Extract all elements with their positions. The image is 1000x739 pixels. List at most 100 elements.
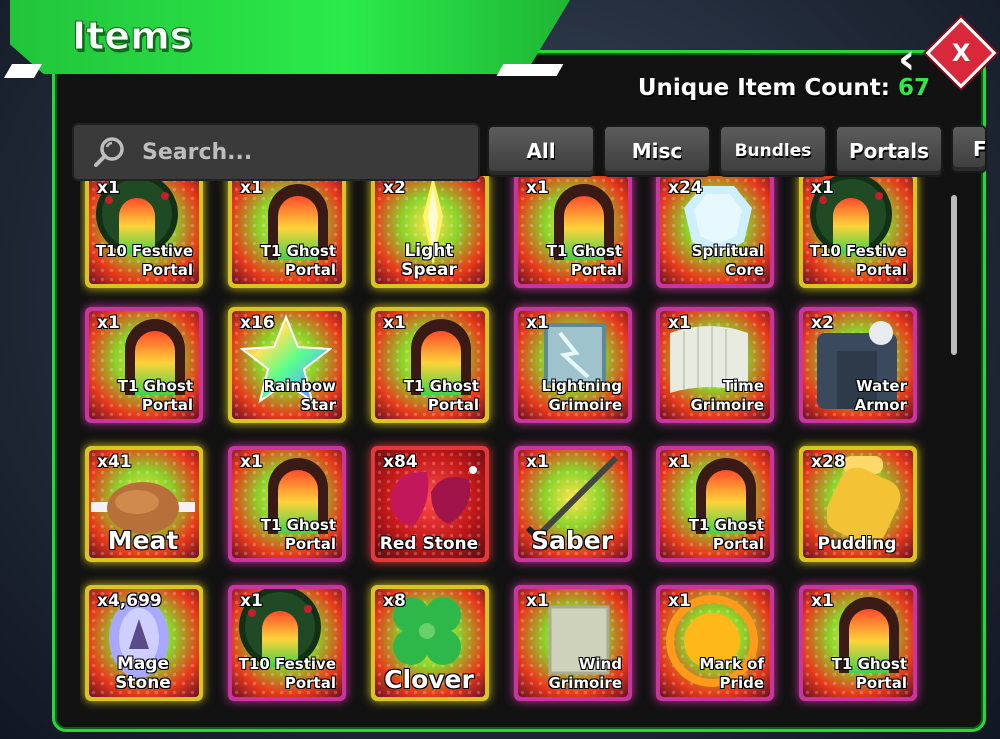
item-tile[interactable]: x1 T10 Festive Portal <box>799 176 917 288</box>
item-tile[interactable]: x1 Time Grimoire <box>656 307 774 423</box>
item-tile[interactable]: x1 T1 Ghost Portal <box>514 176 632 288</box>
item-tile[interactable]: x84 Red Stone <box>371 446 489 562</box>
item-name: T1 Ghost Portal <box>260 242 336 279</box>
item-name: T10 Festive Portal <box>238 655 336 692</box>
category-tabs: All Misc Bundles Portals F <box>487 125 987 177</box>
item-quantity: x2 <box>383 178 406 198</box>
item-tile-background: x24 Spiritual Core <box>660 176 770 284</box>
item-quantity: x1 <box>526 591 549 611</box>
unique-item-count: Unique Item Count: 67 <box>638 75 930 101</box>
item-tile-background: x1 Time Grimoire <box>660 311 770 419</box>
item-quantity: x1 <box>383 313 406 333</box>
item-name: Pudding <box>817 534 897 554</box>
items-grid: x1 T10 Festive Portal x1 T1 Ghost Portal x2 L… <box>80 176 945 716</box>
item-name: Lightning Grimoire <box>541 377 622 414</box>
search-input[interactable] <box>140 138 444 166</box>
item-tile[interactable]: x4,699 Mage Stone <box>85 585 203 701</box>
item-tile-background: x1 Saber <box>518 450 628 558</box>
item-quantity: x1 <box>240 452 263 472</box>
item-quantity: x1 <box>97 313 120 333</box>
item-quantity: x2 <box>811 313 834 333</box>
item-tile[interactable]: x1 Mark of Pride <box>656 585 774 701</box>
item-name: Saber <box>530 526 614 555</box>
item-tile[interactable]: x1 T1 Ghost Portal <box>85 307 203 423</box>
item-tile[interactable]: x1 Wind Grimoire <box>514 585 632 701</box>
item-tile[interactable]: x1 Lightning Grimoire <box>514 307 632 423</box>
item-name: T1 Ghost Portal <box>260 516 336 553</box>
item-name: T1 Ghost Portal <box>688 516 764 553</box>
item-name: Red Stone <box>379 534 479 554</box>
tab-bundles[interactable]: Bundles <box>719 125 827 177</box>
item-tile-background: x1 T1 Ghost Portal <box>660 450 770 558</box>
item-quantity: x1 <box>811 178 834 198</box>
item-quantity: x4,699 <box>97 591 162 611</box>
item-name: Meat <box>107 526 179 555</box>
item-tile[interactable]: x1 Saber <box>514 446 632 562</box>
search-icon <box>94 137 124 167</box>
item-tile[interactable]: x1 T10 Festive Portal <box>228 585 346 701</box>
item-name: T1 Ghost Portal <box>546 242 622 279</box>
close-control[interactable]: ‹ X <box>898 17 997 89</box>
item-tile[interactable]: x1 T1 Ghost Portal <box>228 446 346 562</box>
title-stripe-2 <box>496 64 564 76</box>
item-quantity: x1 <box>668 313 691 333</box>
item-quantity: x24 <box>668 178 703 198</box>
item-tile[interactable]: x28 Pudding <box>799 446 917 562</box>
item-tile-background: x1 T10 Festive Portal <box>232 589 342 697</box>
item-tile-background: x1 T1 Ghost Portal <box>232 176 342 284</box>
item-tile-background: x1 T10 Festive Portal <box>89 176 199 284</box>
scrollbar[interactable] <box>951 195 957 355</box>
item-quantity: x84 <box>383 452 418 472</box>
item-quantity: x1 <box>526 452 549 472</box>
item-tile[interactable]: x1 T1 Ghost Portal <box>799 585 917 701</box>
item-tile[interactable]: x16 Rainbow Star <box>228 307 346 423</box>
item-tile[interactable]: x1 T1 Ghost Portal <box>228 176 346 288</box>
item-name: Wind Grimoire <box>548 655 623 692</box>
item-tile[interactable]: x1 T1 Ghost Portal <box>371 307 489 423</box>
count-label: Unique Item Count: <box>637 75 890 101</box>
item-name: Water Armor <box>854 377 907 414</box>
item-tile-background: x1 Wind Grimoire <box>518 589 628 697</box>
item-tile-background: x84 Red Stone <box>375 450 485 558</box>
close-icon: X <box>951 38 971 67</box>
red-stone-icon <box>383 462 477 536</box>
tab-misc[interactable]: Misc <box>603 125 711 177</box>
search-bar[interactable] <box>72 123 480 181</box>
item-tile[interactable]: x8 Clover <box>371 585 489 701</box>
item-tile-background: x2 Light Spear <box>375 176 485 284</box>
item-name: T1 Ghost Portal <box>403 377 479 414</box>
item-tile-background: x4,699 Mage Stone <box>89 589 199 697</box>
item-quantity: x1 <box>240 178 263 198</box>
item-name: Clover <box>384 665 474 694</box>
item-tile-background: x1 T1 Ghost Portal <box>89 311 199 419</box>
item-tile[interactable]: x1 T10 Festive Portal <box>85 176 203 288</box>
item-quantity: x1 <box>97 178 120 198</box>
tab-f[interactable]: F <box>951 125 987 173</box>
item-quantity: x1 <box>668 452 691 472</box>
item-tile-background: x16 Rainbow Star <box>232 311 342 419</box>
item-name: T10 Festive Portal <box>809 242 907 279</box>
item-quantity: x1 <box>811 591 834 611</box>
item-tile-background: x1 T1 Ghost Portal <box>803 589 913 697</box>
item-tile-background: x8 Clover <box>375 589 485 697</box>
item-name: T1 Ghost Portal <box>117 377 193 414</box>
item-name: Spiritual Core <box>691 242 764 279</box>
item-tile-background: x1 T1 Ghost Portal <box>518 176 628 284</box>
item-tile-background: x1 T1 Ghost Portal <box>232 450 342 558</box>
item-tile-background: x2 Water Armor <box>803 311 913 419</box>
item-quantity: x1 <box>526 313 549 333</box>
item-name: Rainbow Star <box>263 377 336 414</box>
item-tile[interactable]: x2 Light Spear <box>371 176 489 288</box>
item-tile[interactable]: x24 Spiritual Core <box>656 176 774 288</box>
close-button[interactable]: X <box>925 17 997 89</box>
chevron-left-icon: ‹ <box>898 34 916 83</box>
tab-portals[interactable]: Portals <box>835 125 943 177</box>
item-name: Light Spear <box>401 241 457 280</box>
tab-all[interactable]: All <box>487 125 595 177</box>
item-tile[interactable]: x2 Water Armor <box>799 307 917 423</box>
item-tile[interactable]: x41 Meat <box>85 446 203 562</box>
item-tile[interactable]: x1 T1 Ghost Portal <box>656 446 774 562</box>
item-quantity: x41 <box>97 452 132 472</box>
item-tile-background: x41 Meat <box>89 450 199 558</box>
item-tile-background: x1 Mark of Pride <box>660 589 770 697</box>
